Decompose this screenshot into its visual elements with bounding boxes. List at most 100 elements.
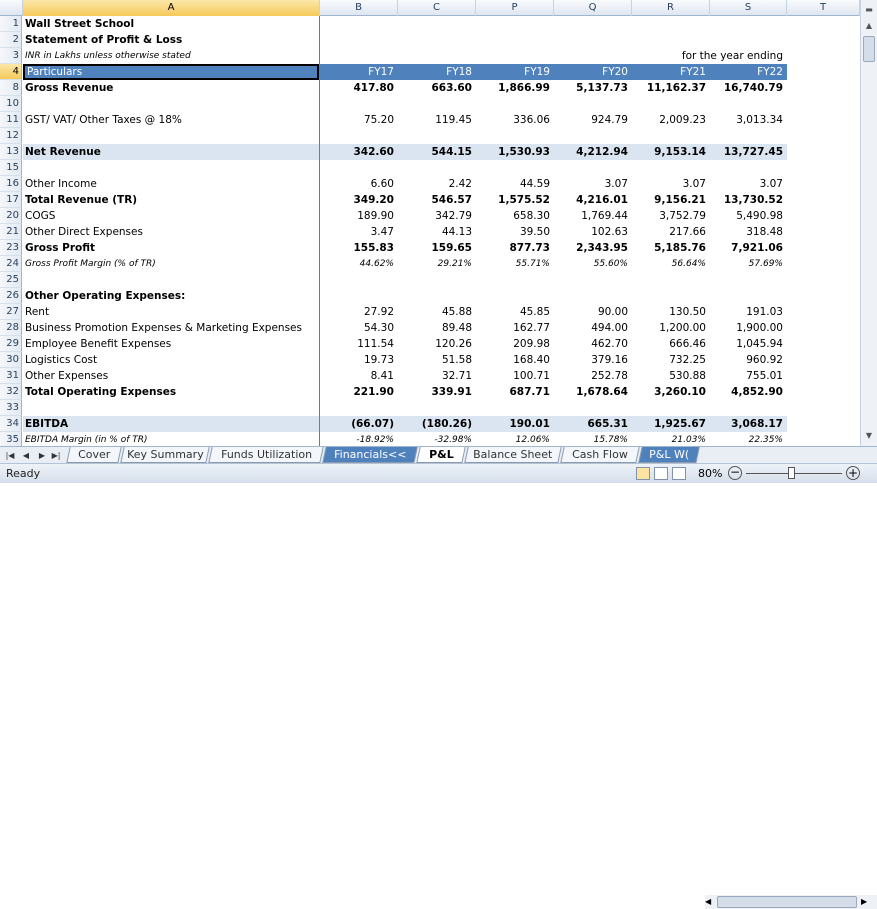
value-cell[interactable]: 111.54	[320, 336, 398, 352]
row-number[interactable]: 10	[0, 96, 22, 112]
value-cell[interactable]: 102.63	[554, 224, 632, 240]
row-number[interactable]: 29	[0, 336, 22, 352]
split-box-icon[interactable]: ▬	[863, 4, 875, 16]
value-cell[interactable]: 2,343.95	[554, 240, 632, 256]
value-cell[interactable]: 45.88	[398, 304, 476, 320]
value-cell[interactable]: 666.46	[632, 336, 710, 352]
horizontal-scrollbar[interactable]: ◀ ▶	[705, 895, 877, 909]
units-note-cell[interactable]: INR in Lakhs unless otherwise stated	[23, 48, 319, 64]
value-cell[interactable]: 924.79	[554, 112, 632, 128]
value-cell[interactable]: 100.71	[476, 368, 554, 384]
value-cell[interactable]: 7,921.06	[710, 240, 787, 256]
row-number[interactable]: 2	[0, 32, 22, 48]
value-cell[interactable]: 3.07	[710, 176, 787, 192]
row-label-cell[interactable]: Other Direct Expenses	[23, 224, 319, 240]
value-cell[interactable]: 57.69%	[710, 256, 787, 272]
value-cell[interactable]: 1,900.00	[710, 320, 787, 336]
value-cell[interactable]: 4,852.90	[710, 384, 787, 400]
row-label-cell[interactable]: Total Revenue (TR)	[23, 192, 319, 208]
value-cell[interactable]: 221.90	[320, 384, 398, 400]
row-label-cell[interactable]	[23, 128, 319, 144]
row-label-cell[interactable]	[23, 160, 319, 176]
sheet-tab[interactable]: P&L W(	[638, 447, 700, 463]
value-cell[interactable]: 379.16	[554, 352, 632, 368]
row-label-cell[interactable]: Total Operating Expenses	[23, 384, 319, 400]
value-cell[interactable]: 44.59	[476, 176, 554, 192]
scroll-left-icon[interactable]: ◀	[705, 896, 715, 908]
col-header-q[interactable]: Q	[554, 0, 632, 16]
value-cell[interactable]: 13,730.52	[710, 192, 787, 208]
value-cell[interactable]: 130.50	[632, 304, 710, 320]
row-label-cell[interactable]: Other Operating Expenses:	[23, 288, 319, 304]
value-cell[interactable]: 658.30	[476, 208, 554, 224]
select-all-corner[interactable]	[0, 0, 23, 16]
statement-title-cell[interactable]: Statement of Profit & Loss	[23, 32, 319, 48]
value-cell[interactable]: 687.71	[476, 384, 554, 400]
row-label-cell[interactable]: EBITDA Margin (in % of TR)	[23, 432, 319, 446]
row-number[interactable]: 24	[0, 256, 22, 272]
value-cell[interactable]: 15.78%	[554, 432, 632, 446]
page-layout-view-icon[interactable]	[654, 467, 668, 480]
row-number[interactable]: 34	[0, 416, 22, 432]
col-header-p[interactable]: P	[476, 0, 554, 16]
value-cell[interactable]: 190.01	[476, 416, 554, 432]
value-cell[interactable]: 8.41	[320, 368, 398, 384]
row-number[interactable]: 17	[0, 192, 22, 208]
value-cell[interactable]: 90.00	[554, 304, 632, 320]
value-cell[interactable]: 462.70	[554, 336, 632, 352]
value-cell[interactable]: 27.92	[320, 304, 398, 320]
row-number[interactable]: 35	[0, 432, 22, 446]
row-label-cell[interactable]: Other Income	[23, 176, 319, 192]
row-label-cell[interactable]: COGS	[23, 208, 319, 224]
value-cell[interactable]: 32.71	[398, 368, 476, 384]
scroll-thumb[interactable]	[863, 36, 875, 62]
row-label-cell[interactable]: Other Expenses	[23, 368, 319, 384]
normal-view-icon[interactable]	[636, 467, 650, 480]
row-number[interactable]: 12	[0, 128, 22, 144]
value-cell[interactable]: 120.26	[398, 336, 476, 352]
row-label-cell[interactable]	[23, 400, 319, 416]
value-cell[interactable]: 2,009.23	[632, 112, 710, 128]
value-cell[interactable]: 189.90	[320, 208, 398, 224]
sheet-tab[interactable]: Key Summary	[120, 447, 210, 463]
row-number[interactable]: 21	[0, 224, 22, 240]
first-sheet-icon[interactable]: |◀	[4, 449, 16, 462]
value-cell[interactable]: 3,068.17	[710, 416, 787, 432]
col-header-c[interactable]: C	[398, 0, 476, 16]
value-cell[interactable]: 546.57	[398, 192, 476, 208]
value-cell[interactable]: 1,925.67	[632, 416, 710, 432]
value-cell[interactable]: 191.03	[710, 304, 787, 320]
value-cell[interactable]: 5,490.98	[710, 208, 787, 224]
year-header[interactable]: FY21	[632, 64, 710, 80]
row-number[interactable]: 32	[0, 384, 22, 400]
value-cell[interactable]: 75.20	[320, 112, 398, 128]
value-cell[interactable]: 342.79	[398, 208, 476, 224]
value-cell[interactable]: 89.48	[398, 320, 476, 336]
value-cell[interactable]: -32.98%	[398, 432, 476, 446]
value-cell[interactable]: 732.25	[632, 352, 710, 368]
value-cell[interactable]: 29.21%	[398, 256, 476, 272]
value-cell[interactable]: 6.60	[320, 176, 398, 192]
sheet-tab[interactable]: Cover	[66, 447, 122, 463]
value-cell[interactable]: 5,137.73	[554, 80, 632, 96]
value-cell[interactable]: 252.78	[554, 368, 632, 384]
value-cell[interactable]: 665.31	[554, 416, 632, 432]
value-cell[interactable]: 44.13	[398, 224, 476, 240]
value-cell[interactable]: 318.48	[710, 224, 787, 240]
value-cell[interactable]: 217.66	[632, 224, 710, 240]
value-cell[interactable]: 544.15	[398, 144, 476, 160]
value-cell[interactable]: 19.73	[320, 352, 398, 368]
col-header-b[interactable]: B	[320, 0, 398, 16]
value-cell[interactable]: 530.88	[632, 368, 710, 384]
row-label-cell[interactable]	[23, 96, 319, 112]
vertical-scrollbar[interactable]: ▬ ▲ ▼	[860, 0, 877, 446]
row-label-cell[interactable]: Logistics Cost	[23, 352, 319, 368]
zoom-out-icon[interactable]: −	[728, 466, 742, 480]
value-cell[interactable]: 162.77	[476, 320, 554, 336]
row-number[interactable]: 26	[0, 288, 22, 304]
sheet-tab[interactable]: Balance Sheet	[464, 447, 562, 463]
value-cell[interactable]: 1,678.64	[554, 384, 632, 400]
value-cell[interactable]: 1,200.00	[632, 320, 710, 336]
sheet-tab-active[interactable]: P&L	[416, 447, 466, 463]
row-number[interactable]: 4	[0, 64, 22, 80]
